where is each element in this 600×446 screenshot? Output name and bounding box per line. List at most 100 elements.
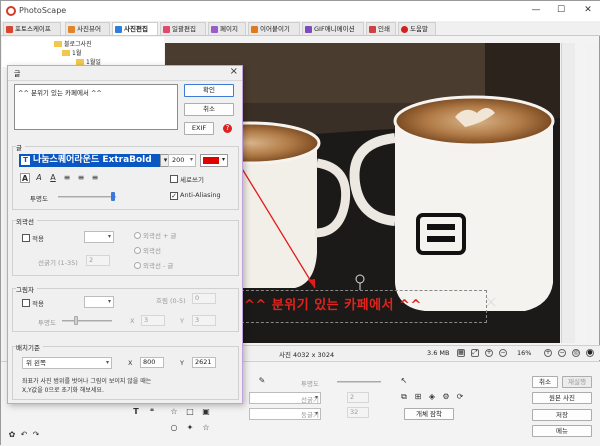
roundness-label: 둥글기 — [301, 411, 319, 419]
tree-item[interactable]: 블로그사진 — [54, 39, 92, 48]
exif-button[interactable]: EXIF — [184, 122, 214, 135]
bold-icon[interactable]: A — [20, 173, 30, 183]
tab-print[interactable]: 인쇄 — [366, 22, 396, 35]
grid-icon[interactable]: ▦ — [457, 349, 465, 357]
outline-thickness-spinner[interactable]: 2 — [86, 255, 110, 266]
zoom-plus-icon[interactable]: + — [544, 349, 552, 357]
antialias-option[interactable]: ✓ Anti-Aliasing — [170, 191, 221, 200]
font-name-select[interactable]: 나눔스퀘어라운드 ExtraBold — [19, 154, 171, 167]
object-tool-5-icon[interactable]: ⟳ — [455, 392, 465, 402]
roundness-spinner[interactable]: 32 — [347, 407, 369, 418]
shadow-apply-option[interactable]: 적용 — [22, 298, 44, 308]
outline-radio-1[interactable]: 외곽선 + 글 — [134, 230, 177, 240]
shadow-color-select[interactable]: ▾ — [84, 296, 114, 308]
italic-icon[interactable]: A — [34, 173, 44, 183]
text-opacity-thumb[interactable] — [111, 192, 115, 201]
outline-apply-checkbox[interactable] — [22, 234, 30, 242]
anchor-value: 위 왼쪽 — [26, 359, 47, 367]
tab-viewer[interactable]: 사진뷰어 — [65, 22, 110, 35]
original-photo-button[interactable]: 원본 사진 — [532, 392, 592, 404]
star-tool-icon[interactable]: ☆ — [169, 407, 179, 417]
rotate-left-icon[interactable]: ↶ — [19, 430, 29, 440]
tree-item-label: 1월 — [72, 50, 82, 57]
object-tool-3-icon[interactable]: ◈ — [427, 392, 437, 402]
zoom-minus-icon[interactable]: − — [558, 349, 566, 357]
shadow-opacity-thumb[interactable] — [74, 316, 78, 325]
radio-button[interactable] — [134, 232, 141, 239]
maximize-button[interactable]: ☐ — [550, 3, 572, 17]
radio-button[interactable] — [134, 262, 141, 269]
align-left-icon[interactable]: ≡ — [62, 173, 72, 183]
circle-tool-icon[interactable]: ○ — [169, 423, 179, 433]
align-center-icon[interactable]: ≡ — [76, 173, 86, 183]
tab-photoscape[interactable]: 포토스케이프 — [3, 22, 61, 35]
zoom-out-icon[interactable]: − — [499, 349, 507, 357]
help-icon[interactable]: ? — [223, 124, 232, 133]
tab-gif[interactable]: GIF애니메이션 — [302, 22, 364, 35]
tab-batch[interactable]: 일괄편집 — [160, 22, 206, 35]
tree-item[interactable]: 1월 — [62, 48, 81, 57]
sticker-tool-icon[interactable]: ✦ — [185, 423, 195, 433]
pointer-tool-icon[interactable]: ↖ — [399, 376, 409, 386]
font-color-picker[interactable]: ▾ — [200, 154, 228, 167]
shadow-apply-checkbox[interactable] — [22, 299, 30, 307]
minimize-button[interactable]: — — [525, 3, 547, 17]
text-input[interactable]: ^^ 분위기 있는 카페에서 ^^ — [14, 84, 178, 130]
tab-help[interactable]: 도움말 — [398, 22, 436, 35]
rect-tool-icon[interactable]: □ — [185, 407, 195, 417]
position-y-input[interactable]: 2621 — [192, 357, 216, 368]
ok-button[interactable]: 확인 — [184, 84, 234, 97]
font-name-value: 나눔스퀘어라운드 ExtraBold — [33, 155, 152, 165]
shadow-y-spinner[interactable]: 3 — [192, 315, 216, 326]
toolbar-icons-strip[interactable]: ✿ — [7, 430, 17, 440]
antialias-checkbox[interactable]: ✓ — [170, 192, 178, 200]
vertical-text-option[interactable]: 세로쓰기 — [170, 174, 204, 184]
tab-page[interactable]: 페이지 — [208, 22, 246, 35]
rotate-right-icon[interactable]: ↷ — [31, 430, 41, 440]
cancel-button[interactable]: 취소 — [532, 376, 558, 388]
object-tool-1-icon[interactable]: ⧉ — [399, 392, 409, 402]
outline-radio-2[interactable]: 외곽선 — [134, 245, 161, 255]
lock-objects-button[interactable]: 개체 잠착 — [404, 408, 454, 420]
tab-combine[interactable]: 이어붙이기 — [248, 22, 300, 35]
tree-item-label: 블로그사진 — [64, 41, 92, 48]
position-x-input[interactable]: 800 — [140, 357, 164, 368]
tab-editor[interactable]: 사진편집 — [112, 22, 158, 35]
dialog-close-icon[interactable]: × — [230, 66, 238, 77]
outline-color-select[interactable]: ▾ — [84, 231, 114, 243]
outline-radio-3[interactable]: 외곽선 - 글 — [134, 260, 173, 270]
outline-apply-option[interactable]: 적용 — [22, 233, 44, 243]
anchor-select[interactable]: 위 왼쪽 ▾ — [22, 357, 112, 369]
close-button[interactable]: ✕ — [577, 3, 599, 17]
pen-tool-icon[interactable]: ✎ — [257, 376, 267, 386]
quote-tool-icon[interactable]: ❝ — [147, 407, 157, 417]
opacity-slider[interactable] — [337, 381, 381, 383]
zoom-in-icon[interactable]: + — [485, 349, 493, 357]
shadow-blur-spinner[interactable]: 0 — [192, 293, 216, 304]
object-tool-4-icon[interactable]: ⚙ — [441, 392, 451, 402]
tab-label: 페이지 — [220, 25, 238, 33]
cancel-dialog-button[interactable]: 취소 — [184, 103, 234, 116]
image-tool-icon[interactable]: ▣ — [201, 407, 211, 417]
text-tool-icon[interactable]: T — [131, 407, 141, 417]
fullscreen-icon[interactable]: ● — [586, 349, 594, 357]
vertical-checkbox[interactable] — [170, 175, 178, 183]
vertical-scrollbar[interactable] — [561, 43, 575, 343]
zoom-fit-icon[interactable]: ⤢ — [471, 349, 479, 357]
position-group-title: 배치기준 — [16, 342, 43, 352]
align-right-icon[interactable]: ≡ — [90, 173, 100, 183]
shadow-x-spinner[interactable]: 3 — [141, 315, 165, 326]
star-shape-icon[interactable]: ☆ — [201, 423, 211, 433]
menu-button[interactable]: 메뉴 — [532, 425, 592, 437]
text-opacity-slider[interactable] — [58, 196, 116, 198]
shadow-opacity-slider[interactable] — [62, 320, 112, 322]
font-size-select[interactable]: 200 ▾ — [168, 154, 196, 167]
underline-icon[interactable]: A — [48, 173, 58, 183]
save-button[interactable]: 저장 — [532, 409, 592, 421]
thickness-spinner[interactable]: 2 — [347, 392, 369, 403]
radio-button[interactable] — [134, 247, 141, 254]
object-tool-2-icon[interactable]: ⊞ — [413, 392, 423, 402]
redo-button[interactable]: 재실행 — [562, 376, 592, 388]
actual-size-icon[interactable]: ◎ — [572, 349, 580, 357]
caption-overlay-text[interactable]: ^^ 분위기 있는 카페에서 ^^ — [244, 294, 422, 313]
